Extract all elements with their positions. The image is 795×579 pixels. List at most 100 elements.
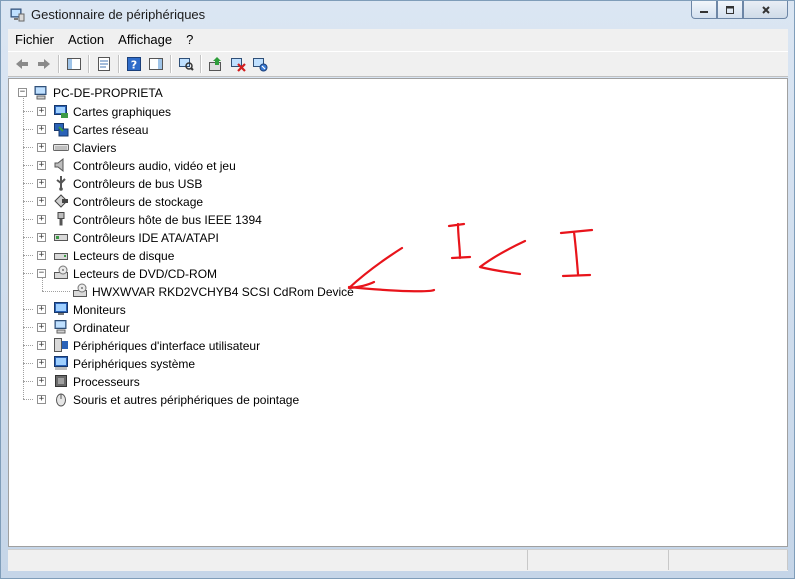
properties-button[interactable] <box>93 53 115 75</box>
tree-connector <box>23 309 33 310</box>
menu-affichage[interactable]: Affichage <box>111 29 179 51</box>
status-segment <box>669 550 788 570</box>
expander-toggle[interactable]: + <box>37 395 46 404</box>
status-segment <box>8 550 529 570</box>
tree-item-label[interactable]: Lecteurs de disque <box>73 249 174 263</box>
system-devices-icon <box>54 356 68 370</box>
expander-toggle[interactable]: + <box>37 341 46 350</box>
tree-item-label[interactable]: Contrôleurs audio, vidéo et jeu <box>73 159 236 173</box>
menu-action[interactable]: Action <box>61 29 111 51</box>
expander-toggle[interactable]: + <box>37 161 46 170</box>
dvd-drive-icon <box>54 265 68 279</box>
toolbar-separator <box>58 55 60 73</box>
back-button[interactable] <box>11 53 33 75</box>
dvd-drive-icon <box>73 283 87 297</box>
help-icon: ? <box>127 57 141 72</box>
tree-connector <box>23 129 33 130</box>
menu-help[interactable]: ? <box>179 29 200 51</box>
restore-button[interactable] <box>717 1 743 19</box>
uninstall-icon <box>231 58 246 72</box>
show-hide-console-tree-button[interactable] <box>63 53 85 75</box>
expander-toggle[interactable]: − <box>18 88 27 97</box>
keyboard-icon <box>53 144 69 151</box>
tree-connector <box>23 345 33 346</box>
title-bar[interactable]: Gestionnaire de périphériques <box>1 1 794 28</box>
monitor-icon <box>54 302 68 315</box>
tree-item-label[interactable]: Périphériques système <box>73 357 195 371</box>
device-tree-pane[interactable]: − PC-DE-PROPRIETA + Cartes graphiques + Carte… <box>8 78 788 547</box>
expander-toggle[interactable]: + <box>37 359 46 368</box>
tree-item-label[interactable]: Moniteurs <box>73 303 126 317</box>
restore-icon <box>726 5 734 14</box>
mouse-icon <box>56 393 66 407</box>
tree-item-label[interactable]: Processeurs <box>73 375 140 389</box>
tree-child-label[interactable]: HWXWVAR RKD2VCHYB4 SCSI CdRom Device <box>92 285 354 299</box>
tree-item-label[interactable]: Cartes graphiques <box>73 105 171 119</box>
scan-hardware-button[interactable] <box>175 53 197 75</box>
window-title: Gestionnaire de périphériques <box>31 7 206 22</box>
tree-item-label[interactable]: Lecteurs de DVD/CD-ROM <box>73 267 217 281</box>
tree-connector <box>23 399 33 400</box>
tree-item-label[interactable]: Contrôleurs IDE ATA/ATAPI <box>73 231 219 245</box>
expander-toggle[interactable]: + <box>37 251 46 260</box>
back-icon <box>16 59 28 69</box>
computer-icon <box>54 320 67 334</box>
expander-toggle[interactable]: + <box>37 305 46 314</box>
tree-root-label[interactable]: PC-DE-PROPRIETA <box>53 86 163 100</box>
expander-toggle[interactable]: + <box>37 233 46 242</box>
status-bar <box>8 549 788 571</box>
disable-icon <box>253 58 268 72</box>
update-driver-icon <box>209 57 221 71</box>
speaker-icon <box>54 157 64 173</box>
minimize-button[interactable] <box>691 1 717 19</box>
tree-connector <box>23 327 33 328</box>
forward-button[interactable] <box>33 53 55 75</box>
expander-toggle[interactable]: + <box>37 107 46 116</box>
menu-fichier[interactable]: Fichier <box>8 29 61 51</box>
ide-controller-icon <box>54 234 68 241</box>
expander-toggle[interactable]: + <box>37 323 46 332</box>
tree-item-label[interactable]: Cartes réseau <box>73 123 148 137</box>
tree-item-label[interactable]: Souris et autres périphériques de pointa… <box>73 393 299 407</box>
tree-connector <box>23 183 33 184</box>
expander-toggle[interactable]: + <box>37 125 46 134</box>
window-controls <box>691 1 788 21</box>
tree-item-label[interactable]: Contrôleurs hôte de bus IEEE 1394 <box>73 213 262 227</box>
toolbar: ? <box>8 51 788 77</box>
expander-toggle[interactable]: + <box>37 377 46 386</box>
tree-connector <box>42 278 43 291</box>
toolbar-separator <box>118 55 120 73</box>
tree-connector <box>23 273 33 274</box>
close-button[interactable] <box>743 1 788 19</box>
expander-toggle[interactable]: + <box>37 143 46 152</box>
computer-icon <box>34 86 47 100</box>
device-manager-window: Gestionnaire de périphériques Fichier Ac… <box>0 0 795 579</box>
expander-toggle[interactable]: − <box>37 269 46 278</box>
update-driver-button[interactable] <box>205 53 227 75</box>
tree-item-label[interactable]: Contrôleurs de bus USB <box>73 177 202 191</box>
menu-bar: Fichier Action Affichage ? <box>8 29 788 51</box>
minimize-icon <box>700 10 708 13</box>
tree-connector <box>23 201 33 202</box>
tree-item-label[interactable]: Claviers <box>73 141 116 155</box>
firewire-icon <box>57 212 65 226</box>
tree-item-label[interactable]: Périphériques d'interface utilisateur <box>73 339 260 353</box>
expander-toggle[interactable]: + <box>37 215 46 224</box>
tree-item-label[interactable]: Ordinateur <box>73 321 130 335</box>
expander-toggle[interactable]: + <box>37 197 46 206</box>
hid-icon <box>54 338 68 352</box>
network-adapter-icon <box>54 123 69 137</box>
tree-connector <box>23 147 33 148</box>
toolbar-separator <box>88 55 90 73</box>
tree-connector <box>23 111 33 112</box>
uninstall-button[interactable] <box>227 53 249 75</box>
toggle-action-pane-icon <box>149 58 163 70</box>
tree-connector <box>23 219 33 220</box>
expander-toggle[interactable]: + <box>37 179 46 188</box>
properties-icon <box>98 57 110 71</box>
disable-button[interactable] <box>249 53 271 75</box>
toggle-action-pane-button[interactable] <box>145 53 167 75</box>
tree-item-label[interactable]: Contrôleurs de stockage <box>73 195 203 209</box>
svg-text:?: ? <box>131 59 137 72</box>
help-button[interactable]: ? <box>123 53 145 75</box>
